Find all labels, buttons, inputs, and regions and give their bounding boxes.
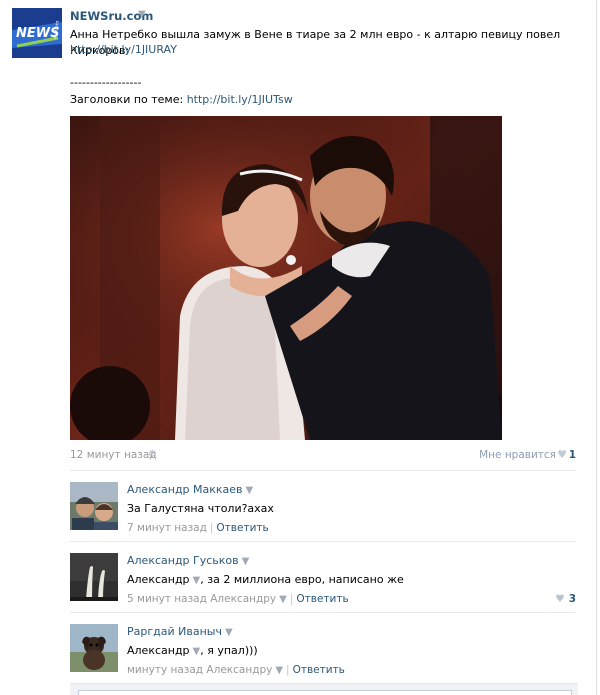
gear-icon[interactable]: ⚙: [148, 449, 157, 460]
post-link-related[interactable]: http://bit.ly/1JIUTsw: [187, 93, 293, 106]
comment-author-link[interactable]: Раргдай Иваныч: [127, 625, 222, 638]
reply-button[interactable]: Ответить: [216, 522, 268, 534]
mention-link[interactable]: Александр: [127, 573, 190, 586]
comment-time[interactable]: 5 минут назад: [127, 593, 207, 605]
comment-text: За Галустяна чтоли?ахах: [127, 502, 274, 515]
comment-like-count[interactable]: 3: [569, 593, 576, 605]
like-count[interactable]: 1: [569, 449, 576, 461]
comment-author-link[interactable]: Александр Маккаев: [127, 483, 243, 496]
related-label: Заголовки по теме:: [70, 93, 184, 106]
publisher-logo[interactable]: NEWS .ru.com: [12, 8, 62, 58]
dropdown-arrow-icon[interactable]: ▼: [246, 485, 254, 496]
comment-meta: минуту назад Александру ▼ | Ответить: [127, 664, 345, 676]
dropdown-arrow-icon[interactable]: ▼: [279, 594, 287, 605]
post-meta: 12 минут назад ⚙ Мне нравится ♥ 1: [70, 448, 576, 463]
post-divider-text: ------------------: [70, 76, 142, 89]
reply-box: [70, 683, 578, 695]
comment-input[interactable]: [78, 690, 572, 695]
comment-body: , я упал))): [200, 644, 258, 657]
comment-text: Александр ▼, за 2 миллиона евро, написано…: [127, 573, 404, 586]
comment-item: Александр Маккаев ▼ За Галустяна чтоли?ах…: [0, 482, 590, 544]
comment-meta: 7 минут назад | Ответить: [127, 522, 269, 534]
avatar[interactable]: [70, 482, 118, 530]
dropdown-arrow-icon[interactable]: ▼: [225, 627, 233, 638]
dropdown-arrow-icon[interactable]: ▼: [138, 9, 146, 20]
like-button[interactable]: Мне нравится: [479, 449, 556, 461]
comment-item: Александр Гуськов ▼ Александр ▼, за 2 милл…: [0, 553, 590, 615]
comment-time[interactable]: 7 минут назад: [127, 522, 207, 534]
mention-link[interactable]: Александр: [127, 644, 190, 657]
reply-button[interactable]: Ответить: [296, 593, 348, 605]
comment-text: Александр ▼, я упал))): [127, 644, 258, 657]
comment-author: Раргдай Иваныч ▼: [127, 625, 233, 638]
comment-divider: [70, 612, 576, 613]
comment-meta: 5 минут назад Александру ▼ | Ответить: [127, 593, 349, 605]
post-photo[interactable]: [70, 116, 502, 440]
comment-item: Раргдай Иваныч ▼ Александр ▼, я упал))) ми…: [0, 624, 590, 686]
post-time-link[interactable]: 12 минут назад: [70, 449, 157, 461]
comment-divider: [70, 541, 576, 542]
page-right-border: [596, 0, 597, 695]
comment-time[interactable]: минуту назад: [127, 664, 203, 676]
comment-like[interactable]: ♥ 3: [555, 593, 576, 605]
comment-author: Александр Маккаев ▼: [127, 483, 253, 496]
comment-author-link[interactable]: Александр Гуськов: [127, 554, 239, 567]
comment-body: , за 2 миллиона евро, написано же: [200, 573, 404, 586]
reply-to[interactable]: Александру: [210, 593, 276, 605]
comment-author: Александр Гуськов ▼: [127, 554, 249, 567]
avatar[interactable]: [70, 553, 118, 601]
avatar[interactable]: [70, 624, 118, 672]
comments-divider: [70, 470, 576, 471]
dropdown-arrow-icon[interactable]: ▼: [275, 665, 283, 676]
reply-to[interactable]: Александру: [206, 664, 272, 676]
dropdown-arrow-icon[interactable]: ▼: [242, 556, 250, 567]
post-link-primary[interactable]: http://bit.ly/1JIURAY: [70, 43, 177, 56]
heart-icon[interactable]: ♥: [555, 593, 564, 605]
heart-icon[interactable]: ♥: [557, 448, 567, 461]
reply-button[interactable]: Ответить: [293, 664, 345, 676]
related-headlines: Заголовки по теме: http://bit.ly/1JIUTsw: [70, 93, 293, 106]
